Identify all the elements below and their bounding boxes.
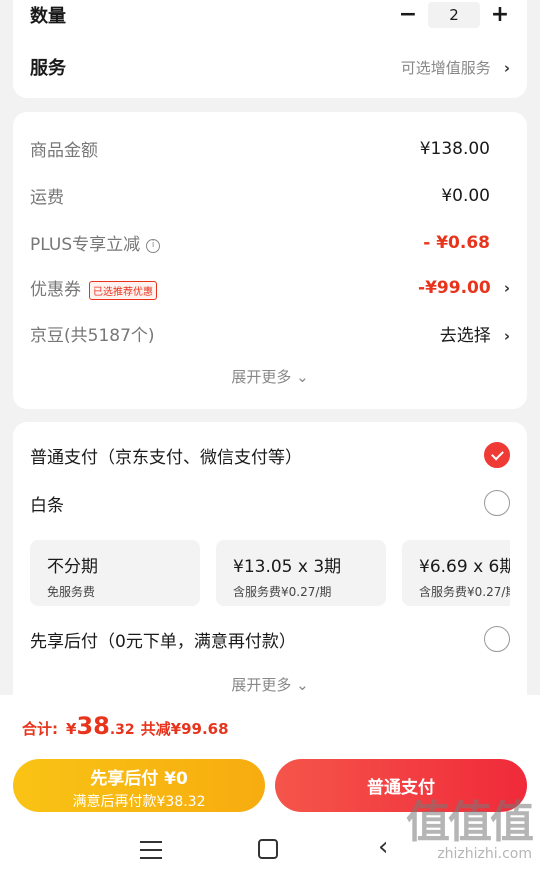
plus-discount-value: - ¥0.68 <box>423 232 490 253</box>
shipping-value: ¥0.00 <box>441 185 490 206</box>
coupon-tag: 已选推荐优惠 <box>89 281 157 300</box>
plus-discount-row: PLUS专享立减 i - ¥0.68 <box>30 230 510 256</box>
order-total: 合计: ¥ 38 .32 共减¥99.68 <box>22 712 229 740</box>
quantity-row: 数量 − 2 + <box>30 2 510 28</box>
plan-title: 不分期 <box>47 557 98 577</box>
pay-later-button-label: 先享后付 ¥0 <box>90 769 188 789</box>
watermark: 值值值 zhizhizhi.com <box>406 797 534 863</box>
payment-baitiao-label: 白条 <box>30 495 64 516</box>
total-integer: 38 <box>76 712 110 740</box>
service-label: 服务 <box>30 58 66 79</box>
menu-icon[interactable] <box>140 841 162 865</box>
chevron-right-icon: › <box>503 278 510 297</box>
service-row[interactable]: 服务 可选增值服务 › <box>30 54 510 80</box>
normal-pay-button-label: 普通支付 <box>367 778 435 798</box>
plus-discount-label: PLUS专享立减 <box>30 235 141 255</box>
coupon-label: 优惠券 <box>30 280 81 300</box>
shipping-label: 运费 <box>30 188 64 208</box>
goods-amount-row: 商品金额 ¥138.00 <box>30 136 510 162</box>
info-icon[interactable]: i <box>146 238 161 253</box>
quantity-plus-button[interactable]: + <box>490 4 510 26</box>
plan-fee: 含服务费¥0.27/期 <box>419 585 510 599</box>
pay-later-button[interactable]: 先享后付 ¥0 满意后再付款¥38.32 <box>13 759 265 812</box>
payment-later-row[interactable]: 先享后付（0元下单，满意再付款） <box>30 626 510 652</box>
payment-baitiao-radio[interactable] <box>484 490 510 516</box>
payment-later-label: 先享后付（0元下单，满意再付款） <box>30 631 296 652</box>
chevron-right-icon: › <box>503 327 510 345</box>
pay-later-button-sub: 满意后再付款¥38.32 <box>72 794 206 810</box>
plan-fee: 免服务费 <box>47 585 96 599</box>
payment-baitiao-row[interactable]: 白条 <box>30 490 510 516</box>
quantity-stepper: − 2 + <box>398 2 510 28</box>
coupon-row[interactable]: 优惠券 已选推荐优惠 -¥99.00 › <box>30 275 510 300</box>
expand-more-link[interactable]: 展开更多 ⌄ <box>13 674 527 695</box>
quantity-input[interactable]: 2 <box>428 2 480 28</box>
installment-plans: 不分期 免服务费 ¥13.05 x 3期 含服务费¥0.27/期 ¥6.69 x… <box>30 540 510 608</box>
price-summary-card: 商品金额 ¥138.00 运费 ¥0.00 PLUS专享立减 i - ¥0.68 … <box>13 112 527 409</box>
quantity-service-card: 数量 − 2 + 服务 可选增值服务 › <box>13 0 527 98</box>
total-currency: ¥ <box>66 720 77 738</box>
goods-amount-value: ¥138.00 <box>419 138 490 159</box>
installment-plan-3[interactable]: ¥13.05 x 3期 含服务费¥0.27/期 <box>216 540 386 606</box>
quantity-minus-button[interactable]: − <box>398 4 418 26</box>
service-hint: 可选增值服务 <box>400 58 491 77</box>
installment-plan-none[interactable]: 不分期 免服务费 <box>30 540 200 606</box>
jd-beans-label: 京豆(共5187个) <box>30 326 155 346</box>
total-label: 合计: <box>22 720 58 738</box>
total-decimal: .32 <box>109 722 135 738</box>
home-icon[interactable] <box>258 839 278 859</box>
total-saved: 共减¥99.68 <box>140 720 229 738</box>
watermark-logo: 值值值 <box>406 797 534 848</box>
installment-plan-6[interactable]: ¥6.69 x 6期 含服务费¥0.27/期 <box>402 540 510 606</box>
plan-fee: 含服务费¥0.27/期 <box>233 585 332 599</box>
chevron-right-icon: › <box>503 58 510 77</box>
shipping-row: 运费 ¥0.00 <box>30 183 510 209</box>
payment-normal-label: 普通支付（京东支付、微信支付等） <box>30 447 302 468</box>
watermark-url: zhizhizhi.com <box>437 846 532 862</box>
payment-later-radio[interactable] <box>484 626 510 652</box>
jd-beans-row[interactable]: 京豆(共5187个) 去选择 › <box>30 321 510 346</box>
payment-card: 普通支付（京东支付、微信支付等） 白条 不分期 免服务费 ¥13.05 x 3期… <box>13 422 527 712</box>
coupon-value: -¥99.00 <box>418 277 491 298</box>
plan-title: ¥6.69 x 6期 <box>419 557 510 577</box>
quantity-label: 数量 <box>30 6 66 27</box>
expand-more-link[interactable]: 展开更多 ⌄ <box>13 366 527 387</box>
payment-normal-row[interactable]: 普通支付（京东支付、微信支付等） <box>30 442 510 468</box>
back-icon[interactable]: ‹ <box>378 832 388 862</box>
plan-title: ¥13.05 x 3期 <box>233 557 342 577</box>
goods-amount-label: 商品金额 <box>30 141 98 161</box>
jd-beans-value: 去选择 <box>439 326 491 346</box>
payment-normal-radio[interactable] <box>484 442 510 468</box>
